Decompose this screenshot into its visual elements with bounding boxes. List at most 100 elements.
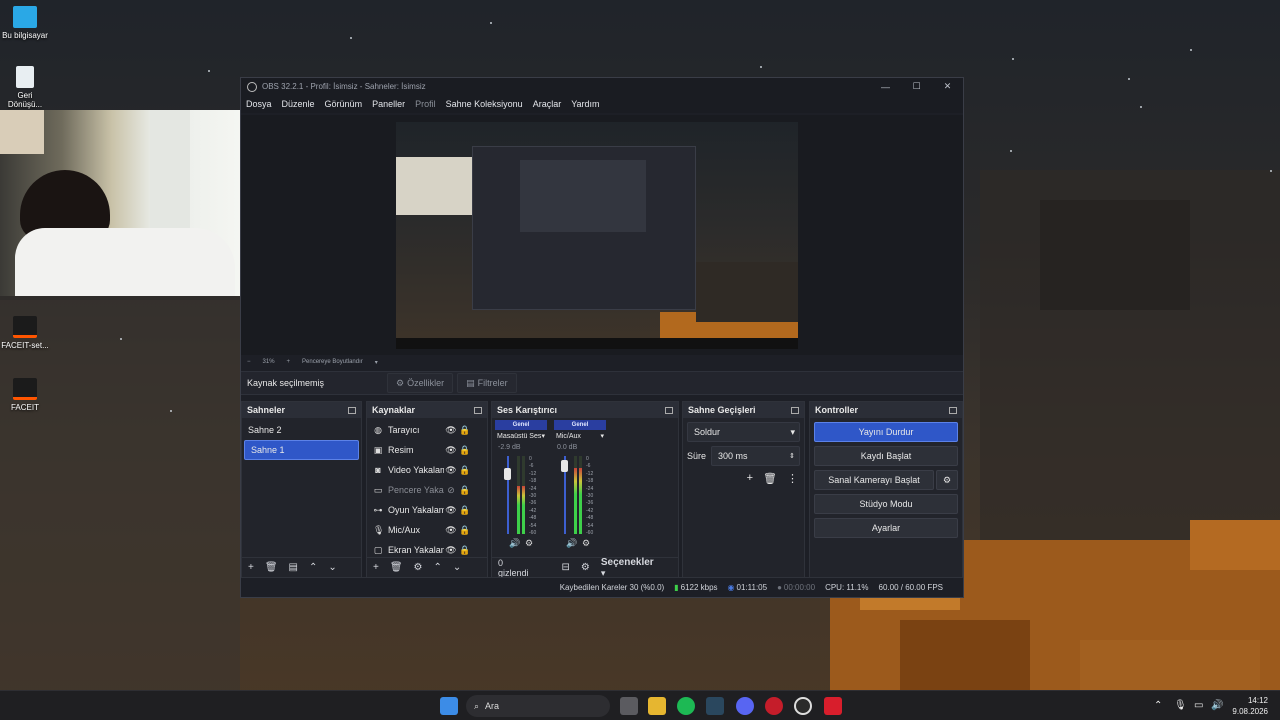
- taskbar-search[interactable]: ⌕ Ara: [466, 695, 610, 717]
- source-item[interactable]: 🎙 Mic/Aux 👁 🔒: [367, 520, 487, 540]
- task-view-icon[interactable]: [620, 697, 638, 715]
- menu-tools[interactable]: Araçlar: [533, 99, 562, 109]
- lock-icon[interactable]: 🔒: [458, 445, 472, 456]
- maximize-button[interactable]: ☐: [901, 81, 932, 92]
- channel-name: Mic/Aux: [556, 432, 581, 440]
- mixer-options-button[interactable]: Seçenekler ▾: [601, 557, 667, 579]
- menu-view[interactable]: Görünüm: [325, 99, 363, 109]
- menu-edit[interactable]: Düzenle: [282, 99, 315, 109]
- desktop-icon-faceit[interactable]: FACEIT: [0, 378, 50, 412]
- arrow-up-icon[interactable]: ⌃: [309, 562, 317, 573]
- popout-icon[interactable]: [949, 406, 957, 414]
- speaker-icon[interactable]: 🔊: [566, 538, 577, 549]
- lock-icon[interactable]: 🔒: [458, 545, 472, 556]
- volume-icon[interactable]: 🔊: [1211, 700, 1223, 711]
- opera-gx-icon[interactable]: [765, 697, 783, 715]
- menu-bar: Dosya Düzenle Görünüm Paneller Profil Sa…: [241, 95, 963, 113]
- speaker-icon[interactable]: 🔊: [509, 538, 520, 549]
- start-button[interactable]: [440, 697, 458, 715]
- add-icon[interactable]: +: [373, 562, 379, 573]
- minimize-button[interactable]: —: [870, 82, 901, 92]
- file-explorer-icon[interactable]: [648, 697, 666, 715]
- preview-area[interactable]: [241, 115, 963, 355]
- transition-select[interactable]: Soldur ▾: [687, 422, 800, 442]
- filter-icon[interactable]: ▤: [289, 562, 298, 573]
- fit-to-window[interactable]: Pencereye Boyutlandır: [302, 359, 363, 365]
- menu-profile[interactable]: Profil: [415, 99, 436, 109]
- lock-icon[interactable]: 🔒: [458, 425, 472, 436]
- trash-icon[interactable]: 🗑: [390, 562, 403, 573]
- properties-button[interactable]: ⚙ Özellikler: [387, 373, 454, 393]
- display-icon[interactable]: ▭: [1194, 700, 1203, 711]
- zoom-in-button[interactable]: +: [287, 359, 291, 365]
- lock-icon[interactable]: 🔒: [458, 525, 472, 536]
- stop-stream-button[interactable]: Yayını Durdur: [814, 422, 958, 442]
- source-item[interactable]: ▣ Resim 👁 🔒: [367, 440, 487, 460]
- obs-icon[interactable]: [794, 697, 812, 715]
- fader-handle[interactable]: [561, 460, 568, 472]
- advanced-audio-icon[interactable]: ⚙: [581, 562, 590, 573]
- source-item[interactable]: ◍ Tarayıcı 👁 🔒: [367, 420, 487, 440]
- scene-item[interactable]: Sahne 2: [242, 420, 361, 440]
- trash-icon[interactable]: 🗑: [265, 562, 278, 573]
- fader-handle[interactable]: [504, 468, 511, 480]
- popout-icon[interactable]: [348, 406, 356, 414]
- lock-icon[interactable]: 🔒: [458, 505, 472, 516]
- lock-icon[interactable]: 🔒: [458, 465, 472, 476]
- more-options-icon[interactable]: ⋮: [787, 472, 798, 485]
- menu-file[interactable]: Dosya: [246, 99, 272, 109]
- globe-icon: ◍: [374, 424, 382, 435]
- zoom-out-button[interactable]: −: [247, 359, 251, 365]
- menu-docks[interactable]: Paneller: [372, 99, 405, 109]
- source-item[interactable]: ◙ Video Yakalama 👁 🔒: [367, 460, 487, 480]
- virtual-camera-settings-button[interactable]: ⚙: [936, 470, 958, 490]
- discord-icon[interactable]: [736, 697, 754, 715]
- eye-icon[interactable]: 👁: [444, 545, 458, 556]
- spotify-icon[interactable]: [677, 697, 695, 715]
- headphones-icon[interactable]: ⚙: [525, 538, 533, 549]
- scene-item-selected[interactable]: Sahne 1: [244, 440, 359, 460]
- menu-help[interactable]: Yardım: [571, 99, 599, 109]
- studio-mode-button[interactable]: Stüdyo Modu: [814, 494, 958, 514]
- source-item[interactable]: ⊶ Oyun Yakalama 👁 🔒: [367, 500, 487, 520]
- close-button[interactable]: ✕: [932, 81, 963, 92]
- layout-icon[interactable]: ⊟: [562, 562, 570, 573]
- add-icon[interactable]: +: [747, 472, 753, 485]
- app-icon[interactable]: [824, 697, 842, 715]
- channel-select[interactable]: Masaüstü Ses ▾: [495, 430, 547, 442]
- start-recording-button[interactable]: Kaydı Başlat: [814, 446, 958, 466]
- desktop-icon-faceit-setup[interactable]: FACEIT-set...: [0, 316, 50, 350]
- clock[interactable]: 14:12 9.08.2026: [1232, 695, 1268, 717]
- filters-button[interactable]: ▤ Filtreler: [457, 373, 517, 393]
- arrow-down-icon[interactable]: ⌄: [328, 562, 336, 573]
- desktop-icon-recycle-bin[interactable]: Geri Dönüşü...: [0, 66, 50, 109]
- arrow-up-icon[interactable]: ⌃: [434, 562, 442, 573]
- eye-icon[interactable]: 👁: [444, 505, 458, 516]
- menu-scene-collection[interactable]: Sahne Koleksiyonu: [446, 99, 523, 109]
- settings-button[interactable]: Ayarlar: [814, 518, 958, 538]
- eye-icon[interactable]: 👁: [444, 525, 458, 536]
- trash-icon[interactable]: 🗑: [763, 472, 777, 485]
- duration-spinbox[interactable]: 300 ms ⇕: [711, 446, 800, 466]
- chevron-up-icon[interactable]: ⌃: [1154, 700, 1162, 711]
- popout-icon[interactable]: [665, 406, 673, 414]
- mic-icon[interactable]: 🎙: [1174, 700, 1187, 711]
- eye-icon[interactable]: 👁: [444, 465, 458, 476]
- desktop-icon-this-pc[interactable]: Bu bilgisayar: [0, 6, 50, 40]
- headphones-icon[interactable]: ⚙: [582, 538, 590, 549]
- spin-arrows-icon[interactable]: ⇕: [789, 452, 795, 460]
- lock-icon[interactable]: 🔒: [458, 485, 472, 496]
- start-virtual-camera-button[interactable]: Sanal Kamerayı Başlat: [814, 470, 934, 490]
- eye-off-icon[interactable]: ⊘: [444, 485, 458, 496]
- eye-icon[interactable]: 👁: [444, 445, 458, 456]
- gear-icon[interactable]: ⚙: [414, 562, 423, 573]
- add-icon[interactable]: +: [248, 562, 254, 573]
- popout-icon[interactable]: [474, 406, 482, 414]
- steam-icon[interactable]: [706, 697, 724, 715]
- popout-icon[interactable]: [791, 406, 799, 414]
- eye-icon[interactable]: 👁: [444, 425, 458, 436]
- chevron-down-icon[interactable]: ▾: [375, 359, 378, 366]
- arrow-down-icon[interactable]: ⌄: [453, 562, 461, 573]
- channel-select[interactable]: Mic/Aux ▾: [554, 430, 606, 442]
- source-item[interactable]: ▭ Pencere Yakalama ⊘ 🔒: [367, 480, 487, 500]
